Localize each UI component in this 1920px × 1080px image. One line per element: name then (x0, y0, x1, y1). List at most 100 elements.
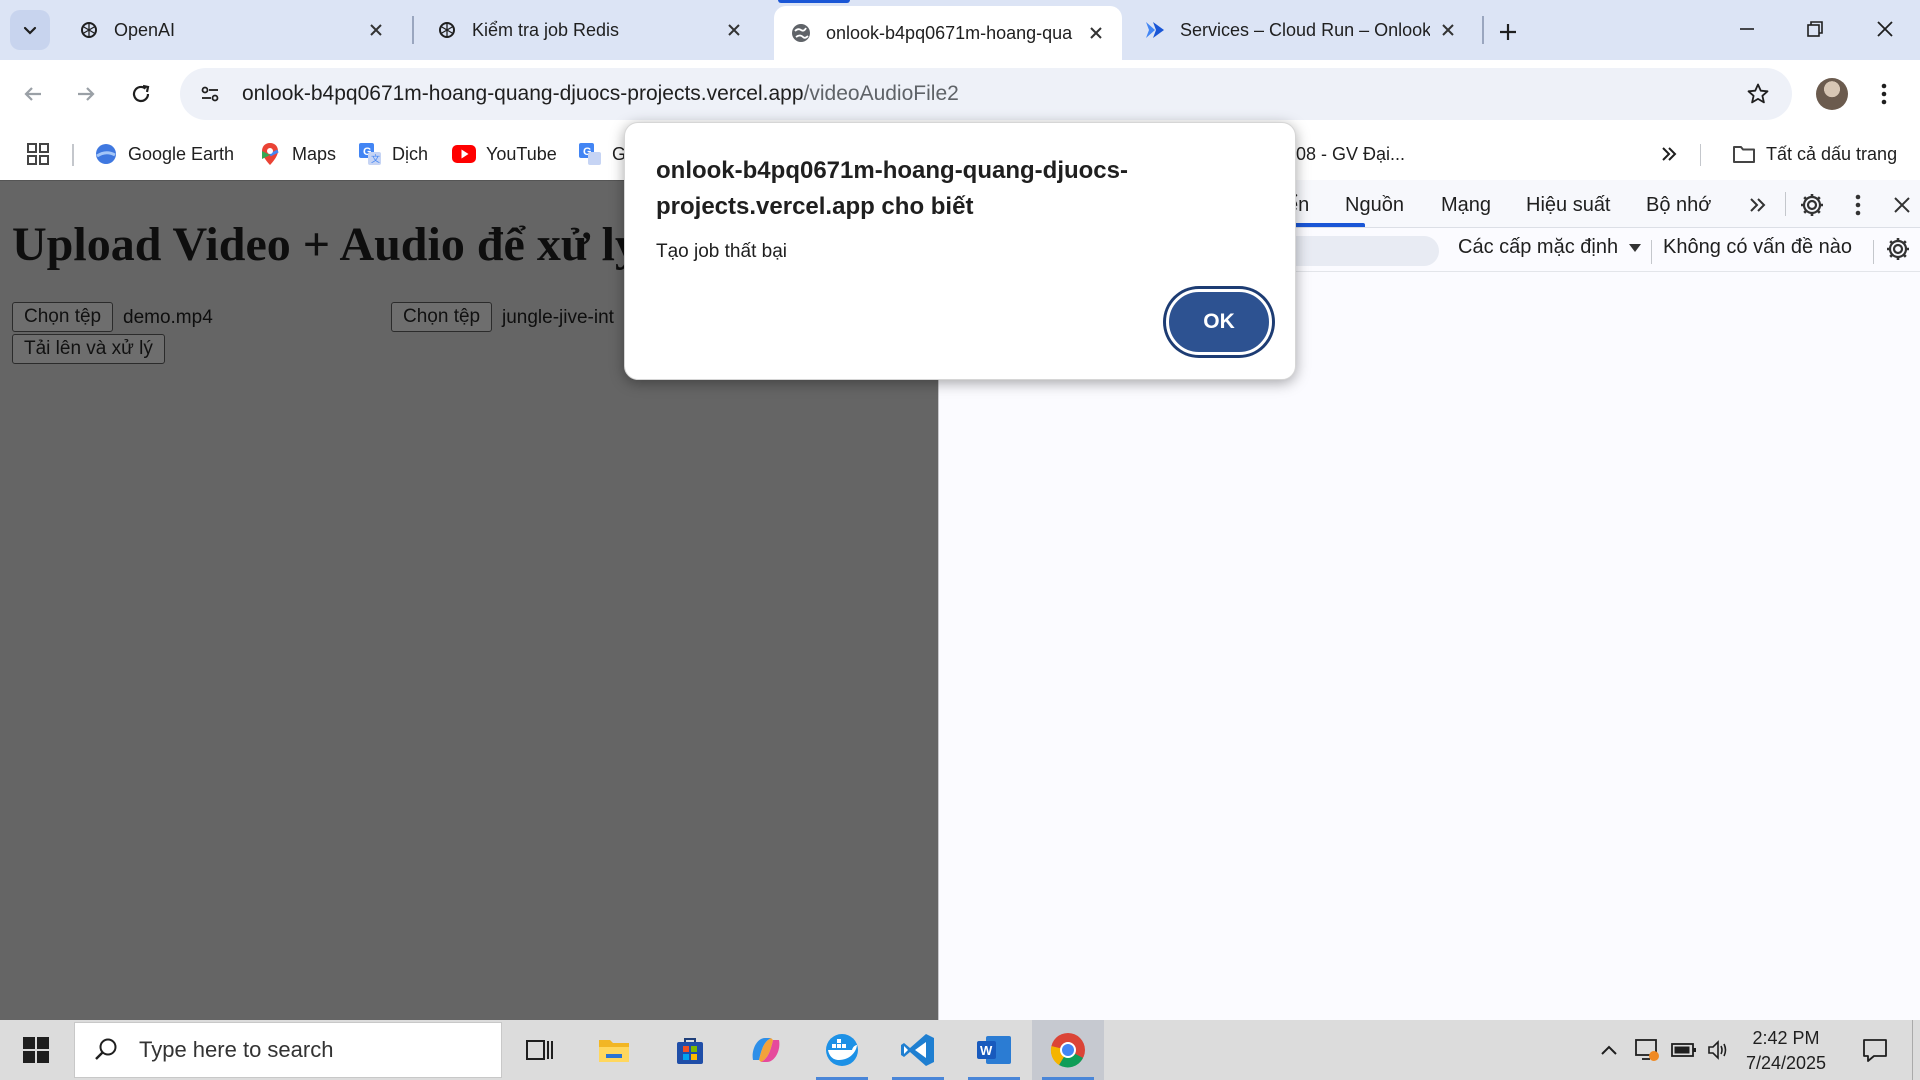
translate-icon: G文 (358, 142, 382, 166)
microsoft-store-icon[interactable] (654, 1020, 726, 1080)
upload-and-process-button[interactable]: Tải lên và xử lý (12, 334, 165, 364)
bookmark-youtube[interactable]: YouTube (452, 138, 557, 170)
close-icon[interactable] (1438, 20, 1458, 40)
youtube-icon (452, 142, 476, 166)
notification-center-icon[interactable] (1846, 1020, 1904, 1080)
devtools-separator (1785, 192, 1786, 216)
vscode-icon[interactable] (882, 1020, 954, 1080)
reload-icon (132, 84, 150, 103)
bookmark-maps[interactable]: Maps (258, 138, 336, 170)
minimize-icon (1740, 28, 1754, 30)
plus-icon (1500, 24, 1516, 40)
log-levels-dropdown[interactable]: Các cấp mặc định (1458, 236, 1642, 259)
apps-grid-button[interactable] (26, 138, 50, 170)
tab-strip: OpenAI Kiểm tra job Redis onlook-b4pq067… (0, 0, 1920, 60)
audio-file-name: jungle-jive-int (502, 307, 614, 328)
url-host: onlook-b4pq0671m-hoang-quang-djuocs-proj… (242, 82, 804, 105)
restore-icon (1807, 21, 1823, 37)
docker-icon[interactable] (806, 1020, 878, 1080)
all-bookmarks-button[interactable]: Tất cả dấu trang (1732, 138, 1897, 170)
bookmark-translate[interactable]: G文 Dịch (358, 138, 428, 170)
globe-icon (790, 22, 812, 44)
log-levels-label: Các cấp mặc định (1458, 236, 1619, 258)
choose-video-file-button[interactable]: Chọn tệp (12, 302, 114, 332)
browser-menu-button[interactable] (1872, 76, 1896, 112)
tab-cloud-run[interactable]: Services – Cloud Run – Onlook (1128, 8, 1474, 52)
bookmark-label: Dịch (392, 143, 429, 164)
chrome-icon[interactable] (1032, 1020, 1104, 1080)
console-settings-icon[interactable] (1883, 234, 1913, 264)
show-hidden-icons-chevron[interactable] (1594, 1020, 1624, 1080)
close-window-button[interactable] (1852, 0, 1918, 58)
close-icon (1877, 21, 1893, 37)
reload-button[interactable] (123, 76, 159, 112)
kebab-menu-icon (1881, 83, 1887, 105)
issues-count-label[interactable]: Không có vấn đề nào (1663, 236, 1852, 259)
dialog-message: Tạo job thất bại (656, 241, 787, 262)
tab-search-button[interactable] (10, 10, 50, 50)
battery-icon[interactable] (1668, 1020, 1700, 1080)
devtools-tab-performance[interactable]: Hiệu suất (1526, 194, 1611, 217)
more-bookmarks-button[interactable] (1660, 138, 1678, 170)
cloud-run-icon (1144, 19, 1166, 41)
network-icon[interactable] (1630, 1020, 1664, 1080)
taskbar-search-box[interactable]: Type here to search (74, 1022, 502, 1078)
close-icon[interactable] (1086, 23, 1106, 43)
tab-separator (412, 16, 414, 44)
windows-taskbar: Type here to search W 2:42 PM 7/24/2025 (0, 1020, 1920, 1080)
word-icon[interactable]: W (958, 1020, 1030, 1080)
tab-onlook-active[interactable]: onlook-b4pq0671m-hoang-qua (774, 6, 1122, 60)
bookmark-label: YouTube (486, 143, 557, 164)
bookmark-google-earth[interactable]: Google Earth (94, 138, 234, 170)
bookmark-label: Maps (292, 143, 337, 164)
task-view-icon[interactable] (504, 1020, 576, 1080)
browser-toolbar: onlook-b4pq0671m-hoang-quang-djuocs-proj… (0, 60, 1920, 128)
forward-button[interactable] (68, 76, 104, 112)
tab-openai[interactable]: OpenAI (62, 8, 402, 52)
show-desktop-button[interactable] (1912, 1020, 1920, 1080)
choose-audio-file-button[interactable]: Chọn tệp (391, 302, 493, 332)
kebab-menu-icon[interactable] (1843, 190, 1873, 220)
copilot-icon[interactable] (730, 1020, 802, 1080)
profile-avatar[interactable] (1816, 78, 1848, 110)
devtools-tab-network[interactable]: Mạng (1441, 194, 1491, 217)
bookmark-star-icon[interactable] (1744, 80, 1772, 108)
address-bar[interactable]: onlook-b4pq0671m-hoang-quang-djuocs-proj… (180, 68, 1792, 120)
close-icon[interactable] (724, 20, 744, 40)
close-icon[interactable] (366, 20, 386, 40)
tab-redis[interactable]: Kiểm tra job Redis (420, 8, 760, 52)
video-file-name: demo.mp4 (123, 307, 213, 328)
tab-title: onlook-b4pq0671m-hoang-qua (826, 22, 1073, 43)
chevron-down-icon (23, 26, 37, 35)
file-explorer-icon[interactable] (578, 1020, 650, 1080)
dialog-ok-button[interactable]: OK (1166, 289, 1272, 355)
url-text: onlook-b4pq0671m-hoang-quang-djuocs-proj… (242, 82, 959, 106)
loading-indicator (778, 0, 850, 3)
url-path: /videoAudioFile2 (803, 82, 959, 105)
bookmark-translate-2[interactable]: G G (578, 138, 626, 170)
restore-button[interactable] (1782, 0, 1848, 58)
tab-separator (1482, 16, 1484, 44)
close-devtools-icon[interactable] (1887, 190, 1917, 220)
new-tab-button[interactable] (1490, 14, 1526, 50)
tab-title: Kiểm tra job Redis (472, 19, 620, 40)
forward-arrow-icon (78, 87, 95, 101)
settings-gear-icon[interactable] (1797, 190, 1827, 220)
back-button[interactable] (15, 76, 51, 112)
site-info-icon[interactable] (188, 72, 232, 116)
bookmark-gv[interactable]: 08 - GV Đại... (1296, 138, 1405, 170)
alert-dialog: onlook-b4pq0671m-hoang-quang-djuocs-proj… (624, 122, 1296, 380)
devtools-tab-memory[interactable]: Bộ nhớ (1646, 194, 1711, 217)
more-tabs-icon[interactable] (1743, 190, 1773, 220)
double-chevron-right-icon (1662, 147, 1677, 161)
minimize-button[interactable] (1714, 0, 1780, 58)
bookmark-label: 08 - GV Đại... (1296, 143, 1406, 164)
clock-time: 2:42 PM (1752, 1028, 1820, 1048)
back-arrow-icon (24, 87, 41, 101)
start-button[interactable] (0, 1020, 72, 1080)
devtools-separator (1873, 240, 1874, 264)
page-title: Upload Video + Audio để xử lý (12, 218, 639, 271)
taskbar-clock[interactable]: 2:42 PM 7/24/2025 (1734, 1026, 1838, 1076)
volume-icon[interactable] (1704, 1020, 1734, 1080)
devtools-tab-sources[interactable]: Nguồn (1345, 194, 1404, 217)
